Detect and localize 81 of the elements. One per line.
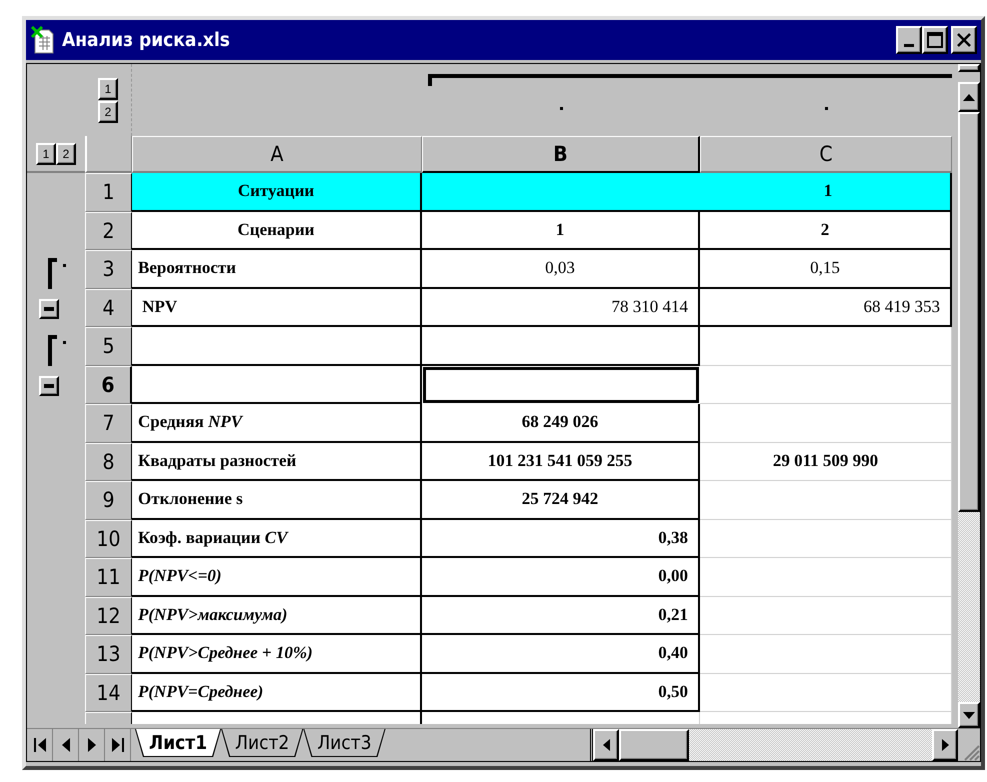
split-box[interactable] [958, 64, 980, 72]
group-bracket-icon [47, 335, 67, 366]
table-cell: 68 249 026 [422, 404, 700, 442]
table-cell: 68 419 353 [700, 288, 952, 327]
table-cell: 0,03 [422, 250, 700, 288]
window-title: Анализ риска.xls [62, 29, 231, 51]
table-cell: 101 231 541 059 255 [422, 442, 700, 481]
table-cell: Квадраты разностей [132, 442, 422, 481]
table-cell: NPV [132, 288, 422, 327]
outline-level-button[interactable]: 1 [36, 142, 56, 164]
right-triangle-icon [942, 739, 948, 751]
scroll-thumb[interactable] [958, 112, 980, 512]
maximize-icon [927, 32, 943, 48]
select-all-button[interactable] [85, 136, 132, 173]
minimize-button[interactable] [896, 26, 922, 54]
sheet-tab[interactable]: Лист1 [135, 729, 222, 757]
vertical-scrollbar[interactable] [958, 64, 980, 728]
sheet-tab[interactable]: Лист3 [303, 729, 386, 757]
first-icon [34, 738, 46, 752]
row-header[interactable]: 12 [85, 596, 132, 635]
table-cell: 0,21 [422, 596, 700, 635]
table-cell: Отклонение s [132, 481, 422, 520]
scroll-thumb[interactable] [619, 729, 689, 761]
row-header[interactable]: 10 [85, 520, 132, 558]
scroll-down-button[interactable] [958, 702, 980, 728]
spreadsheet-file-icon [30, 26, 56, 54]
table-cell: Средняя NPV [132, 404, 422, 442]
row-header[interactable]: 14 [85, 674, 132, 712]
table-cell: 0,38 [422, 520, 700, 558]
row-header[interactable]: 9 [85, 481, 132, 520]
down-triangle-icon [963, 712, 975, 718]
last-icon [112, 738, 124, 752]
resize-grip-icon[interactable] [962, 743, 980, 761]
table-cell: 25 724 942 [422, 481, 700, 520]
table-cell: 78 310 414 [422, 288, 700, 327]
table-cell: 0,00 [422, 558, 700, 596]
outline-level-button[interactable]: 2 [98, 100, 118, 122]
row-header[interactable]: 11 [85, 558, 132, 596]
outline-level-button[interactable]: 1 [98, 78, 118, 100]
minimize-icon [904, 44, 914, 46]
up-triangle-icon [963, 94, 975, 100]
maximize-button[interactable] [922, 26, 948, 54]
table-cell: 0,50 [422, 674, 700, 712]
row-header[interactable]: 5 [85, 327, 132, 366]
scroll-left-button[interactable] [593, 729, 619, 761]
sheet-tab[interactable]: Лист2 [221, 729, 304, 757]
table-cell: 1 [422, 173, 952, 212]
table-cell: P(NPV=Среднее) [132, 674, 422, 712]
table-cell: P(NPV>Среднее + 10%) [132, 635, 422, 674]
table-cell: P(NPV<=0) [132, 558, 422, 596]
row-header[interactable]: 1 [85, 173, 132, 212]
collapse-group-button[interactable] [39, 376, 59, 396]
table-cell: Вероятности [132, 250, 422, 288]
minus-icon [44, 384, 54, 388]
horizontal-scrollbar[interactable] [590, 729, 958, 761]
row-header[interactable]: 4 [85, 288, 132, 327]
table-cell: Ситуации [132, 173, 422, 212]
minus-icon [44, 306, 54, 310]
table-cell: 1 [422, 212, 700, 250]
row-header[interactable]: 7 [85, 404, 132, 442]
row-header[interactable]: 8 [85, 442, 132, 481]
table-cell: Сценарии [132, 212, 422, 250]
table-cell: P(NPV>максимума) [132, 596, 422, 635]
outline-level-button[interactable]: 2 [56, 142, 76, 164]
left-triangle-icon [62, 738, 70, 752]
row-header[interactable]: 3 [85, 250, 132, 288]
table-cell: 0,40 [422, 635, 700, 674]
close-icon [957, 33, 971, 47]
left-triangle-icon [602, 739, 610, 751]
collapse-group-button[interactable] [39, 298, 59, 318]
table-cell: 29 011 509 990 [700, 442, 952, 481]
table-cell: 2 [700, 212, 952, 250]
row-header[interactable]: 13 [85, 635, 132, 674]
close-button[interactable] [951, 26, 977, 54]
right-triangle-icon [88, 738, 96, 752]
group-bracket-icon [47, 258, 67, 289]
table-cell: Коэф. вариации CV [132, 520, 422, 558]
scroll-up-button[interactable] [958, 82, 980, 112]
row-header[interactable]: 2 [85, 212, 132, 250]
scroll-right-button[interactable] [932, 729, 958, 761]
table-cell: 0,15 [700, 250, 952, 288]
